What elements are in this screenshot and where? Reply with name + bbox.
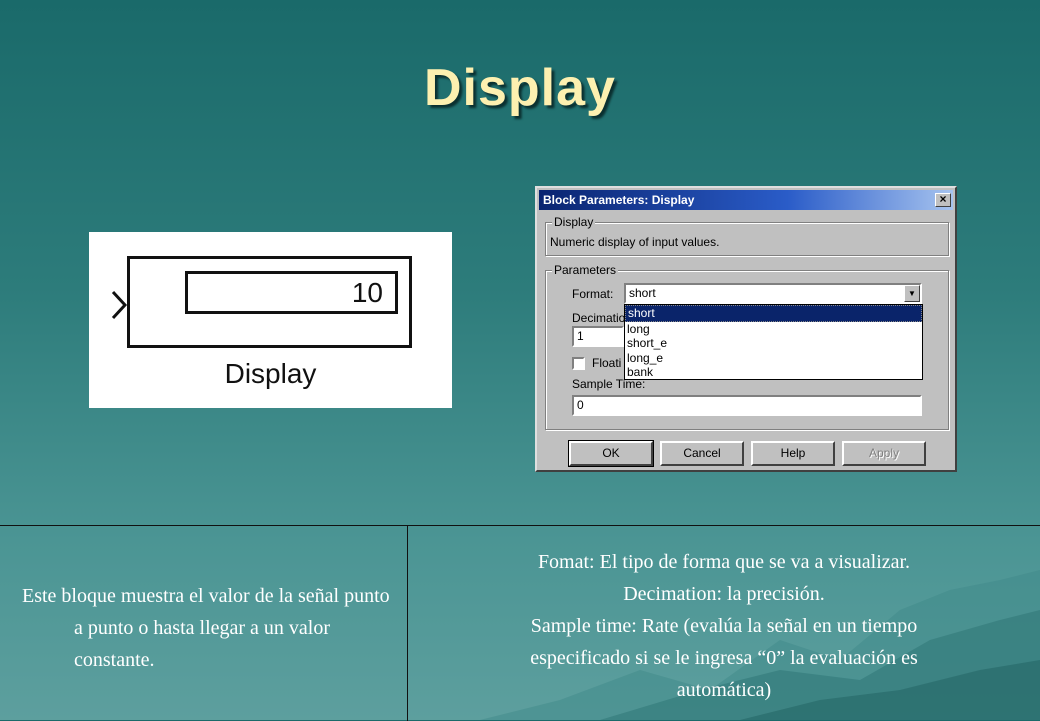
parameters-group-label: Parameters [552, 263, 619, 277]
dialog-titlebar: Block Parameters: Display × [539, 190, 953, 210]
chevron-down-icon[interactable]: ▼ [904, 285, 920, 302]
format-option[interactable]: short [625, 305, 922, 322]
display-description: Numeric display of input values. [550, 235, 720, 249]
display-group-label: Display [552, 215, 596, 229]
sample-time-input[interactable]: 0 [572, 395, 922, 416]
display-value: 10 [185, 271, 398, 314]
format-option[interactable]: short_e [625, 336, 922, 351]
apply-button[interactable]: Apply [842, 441, 926, 466]
block-description: Este bloque muestra el valor de la señal… [22, 580, 402, 676]
parameters-groupbox: Parameters Format: short ▼ Decimatio 1 F… [545, 263, 949, 430]
cancel-button[interactable]: Cancel [660, 441, 744, 466]
floating-display-checkbox[interactable] [572, 357, 585, 370]
slide-title: Display [424, 59, 616, 117]
sample-time-description-cont: especificado si se le ingresa “0” la eva… [530, 647, 918, 669]
floating-display-label: Floati [592, 356, 622, 370]
sample-time-description-end: automática) [676, 679, 772, 701]
dialog-title: Block Parameters: Display [543, 193, 695, 207]
close-icon: × [939, 192, 947, 206]
block-parameters-dialog: Block Parameters: Display × Display Nume… [535, 186, 957, 472]
display-block: 10 [127, 256, 412, 348]
format-label: Format: [572, 287, 614, 301]
description-table: Este bloque muestra el valor de la señal… [0, 525, 1040, 721]
decimation-description: Decimation: la precisión. [623, 583, 825, 605]
parameter-descriptions: Fomat: El tipo de forma que se va a visu… [408, 546, 1040, 706]
ok-button[interactable]: OK [568, 440, 654, 467]
table-cell-right: Fomat: El tipo de forma que se va a visu… [408, 526, 1040, 721]
table-cell-left: Este bloque muestra el valor de la señal… [0, 526, 408, 721]
sample-time-description: Sample time: Rate (evalúa la señal en un… [530, 615, 918, 637]
format-description: Fomat: El tipo de forma que se va a visu… [537, 551, 911, 573]
format-option[interactable]: long [625, 322, 922, 337]
close-button[interactable]: × [935, 193, 951, 207]
decimation-value: 1 [577, 329, 584, 343]
block-caption: Display [224, 358, 317, 389]
display-groupbox: Display Numeric display of input values. [545, 215, 949, 256]
display-block-image: 10 Display [89, 232, 452, 408]
sample-time-value: 0 [577, 398, 584, 412]
help-button[interactable]: Help [751, 441, 835, 466]
decimation-input[interactable]: 1 [572, 326, 624, 347]
format-option[interactable]: long_e [625, 351, 922, 366]
decimation-label: Decimatio [572, 311, 626, 325]
format-option[interactable]: bank [625, 365, 922, 380]
format-dropdown-list: short long short_e long_e bank [624, 304, 923, 380]
format-dropdown[interactable]: short ▼ [624, 283, 922, 304]
format-selected-value: short [629, 286, 656, 300]
block-description-text: Este bloque muestra el valor de la señal… [22, 585, 390, 671]
